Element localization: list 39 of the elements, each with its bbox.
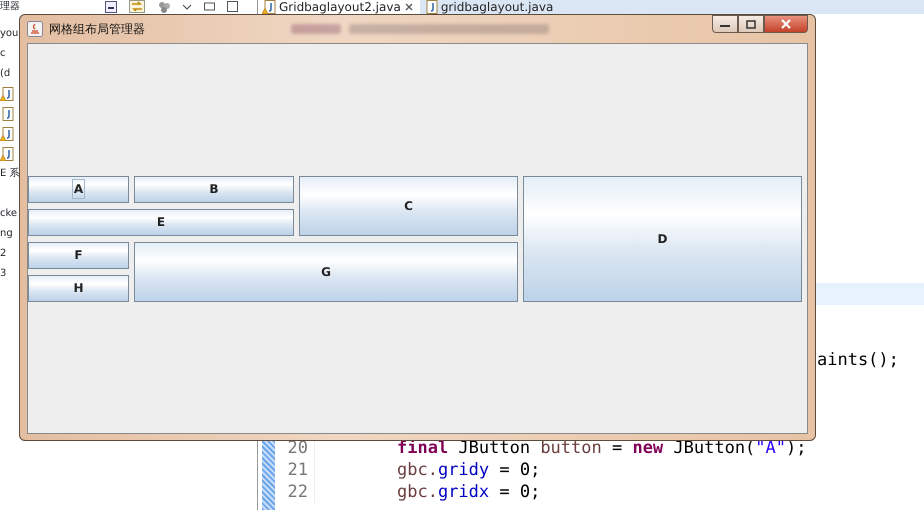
- close-icon: [781, 19, 791, 29]
- maximize-icon: [746, 20, 756, 28]
- code-line: gbc.gridx = 0;: [396, 481, 540, 503]
- grid-button[interactable]: D: [523, 176, 802, 302]
- close-icon: [404, 2, 414, 12]
- tree-item-label[interactable]: (d: [0, 64, 10, 84]
- minimize-view-icon: [105, 0, 117, 12]
- grid-button[interactable]: G: [134, 242, 518, 302]
- grid-button[interactable]: B: [134, 176, 294, 202]
- tree-item-label[interactable]: E 系: [0, 164, 20, 184]
- tree-item-label[interactable]: you: [0, 24, 18, 44]
- sync-arrows-icon: [129, 0, 145, 13]
- java-cup-icon: [27, 21, 43, 37]
- minimize-button[interactable]: [712, 15, 738, 33]
- grid-button[interactable]: H: [28, 274, 129, 302]
- tree-item-label[interactable]: c: [0, 44, 6, 64]
- close-button[interactable]: [764, 15, 808, 33]
- minimize-icon: [204, 1, 215, 12]
- grid-button[interactable]: E: [28, 208, 294, 236]
- caret-icon: [182, 2, 192, 12]
- grid-button[interactable]: C: [299, 176, 518, 236]
- line-number: 21: [275, 459, 315, 481]
- maximize-icon: [227, 1, 238, 12]
- editor-tab[interactable]: gridbaglayout.java: [420, 0, 560, 14]
- grid-button[interactable]: A: [28, 176, 129, 202]
- editor-tab[interactable]: Gridbaglayout2.java: [258, 0, 420, 14]
- tree-item-label[interactable]: 2: [0, 244, 6, 264]
- code-line: aints();: [817, 349, 899, 371]
- grid-button[interactable]: F: [28, 242, 129, 268]
- window-title: 网格组布局管理器: [49, 21, 145, 38]
- change-ruler-bar: [262, 440, 275, 510]
- panel-title: 理器: [0, 0, 20, 14]
- line-number: 22: [275, 481, 315, 503]
- dots-cluster-icon: [157, 0, 170, 12]
- code-line: gbc.gridy = 0;: [396, 459, 540, 481]
- tree-item-label[interactable]: 3: [0, 264, 6, 284]
- tree-item-label[interactable]: ng: [0, 224, 13, 244]
- tree-item-label[interactable]: cke: [0, 204, 18, 224]
- maximize-button[interactable]: [738, 15, 764, 33]
